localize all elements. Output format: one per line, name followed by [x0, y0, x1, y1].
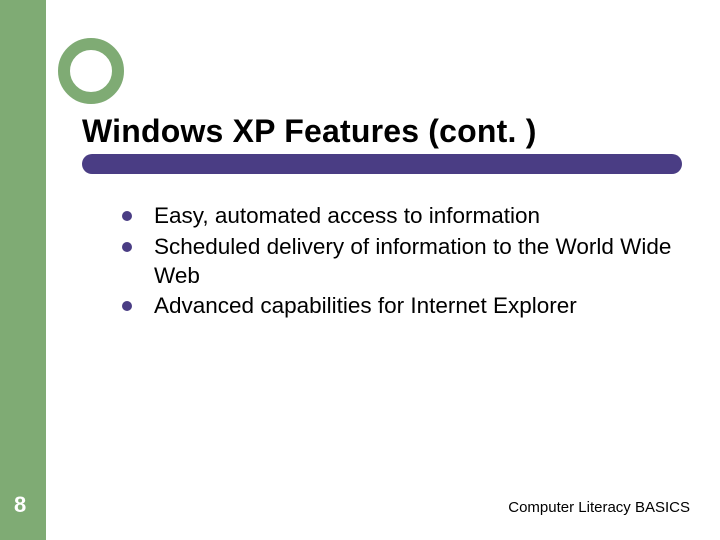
bullet-list: Easy, automated access to information Sc…	[122, 202, 682, 323]
bullet-icon	[122, 211, 132, 221]
sidebar-accent	[0, 0, 46, 540]
bullet-icon	[122, 242, 132, 252]
bullet-text: Easy, automated access to information	[154, 202, 540, 231]
list-item: Advanced capabilities for Internet Explo…	[122, 292, 682, 321]
bullet-icon	[122, 301, 132, 311]
title-underline	[82, 154, 682, 174]
bullet-text: Scheduled delivery of information to the…	[154, 233, 682, 291]
ring-decoration	[58, 38, 124, 104]
list-item: Easy, automated access to information	[122, 202, 682, 231]
footer-text: Computer Literacy BASICS	[508, 499, 690, 516]
slide-title: Windows XP Features (cont. )	[82, 113, 537, 150]
bullet-text: Advanced capabilities for Internet Explo…	[154, 292, 577, 321]
list-item: Scheduled delivery of information to the…	[122, 233, 682, 291]
page-number: 8	[14, 492, 26, 518]
